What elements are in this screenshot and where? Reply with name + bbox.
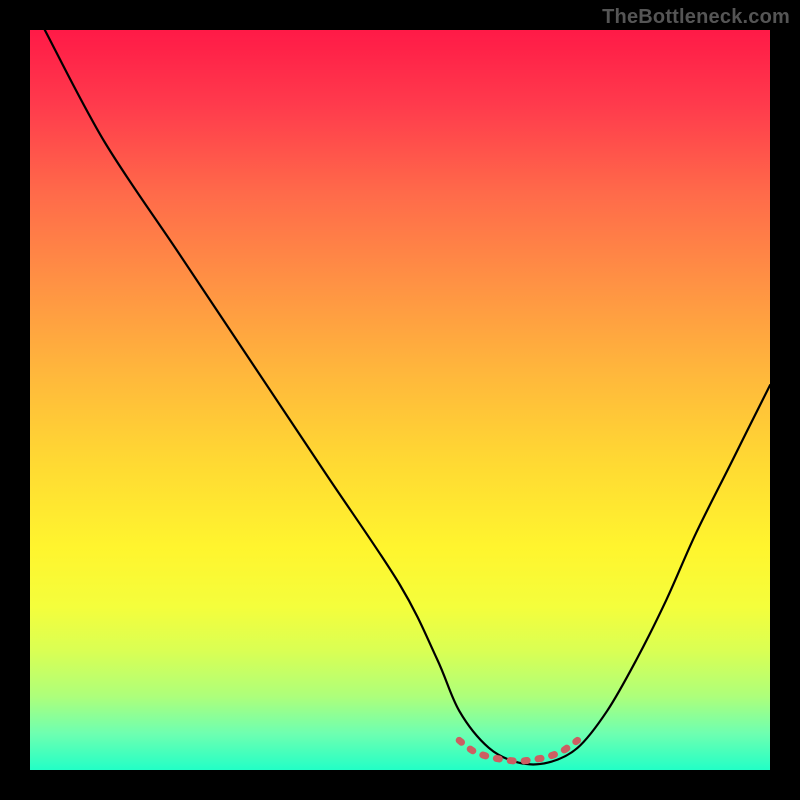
watermark-text: TheBottleneck.com (602, 6, 790, 29)
plot-area (30, 30, 770, 770)
bottleneck-curve (45, 30, 770, 764)
curve-layer (30, 30, 770, 770)
chart-frame: TheBottleneck.com (0, 0, 800, 800)
